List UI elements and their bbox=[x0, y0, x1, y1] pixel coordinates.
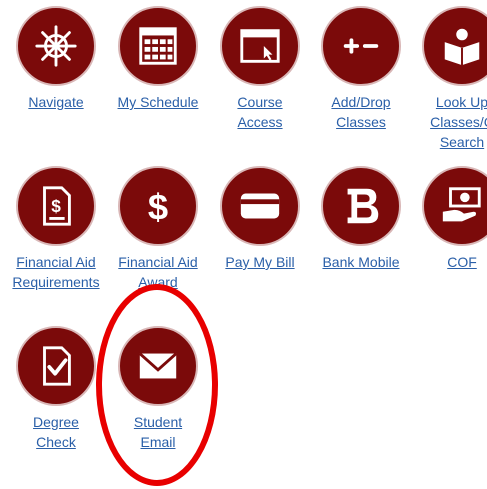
student-email-tile[interactable]: Student Email bbox=[108, 326, 208, 452]
financial-aid-award-tile[interactable]: $ Financial Aid Award bbox=[108, 166, 208, 292]
financial-aid-requirements-label[interactable]: Financial Aid Requirements bbox=[6, 252, 106, 292]
dollar-sign-icon: $ bbox=[148, 186, 168, 227]
portal-shortcuts-grid: Navigate My Schedule Course Access Add/D… bbox=[0, 0, 487, 489]
book-reader-icon bbox=[444, 28, 480, 66]
course-access-label[interactable]: Course Access bbox=[210, 92, 310, 132]
financial-aid-award-circle: $ bbox=[118, 166, 198, 246]
pay-my-bill-label[interactable]: Pay My Bill bbox=[210, 252, 310, 272]
look-up-circle bbox=[422, 6, 487, 86]
ship-wheel-icon bbox=[35, 25, 77, 67]
bank-mobile-b-icon bbox=[347, 188, 379, 224]
financial-aid-requirements-circle: $ bbox=[16, 166, 96, 246]
my-schedule-tile[interactable]: My Schedule bbox=[108, 6, 208, 112]
plus-minus-icon bbox=[343, 38, 379, 54]
course-access-circle bbox=[220, 6, 300, 86]
pay-my-bill-tile[interactable]: Pay My Bill bbox=[210, 166, 310, 272]
pay-my-bill-circle bbox=[220, 166, 300, 246]
cof-label[interactable]: COF bbox=[412, 252, 487, 272]
degree-check-label[interactable]: Degree Check bbox=[6, 412, 106, 452]
money-hand-icon bbox=[442, 187, 481, 222]
navigate-tile[interactable]: Navigate bbox=[6, 6, 106, 112]
navigate-circle bbox=[16, 6, 96, 86]
financial-aid-award-label[interactable]: Financial Aid Award bbox=[108, 252, 208, 292]
add-drop-label[interactable]: Add/Drop Classes bbox=[311, 92, 411, 132]
student-email-label[interactable]: Student Email bbox=[108, 412, 208, 452]
credit-card-icon bbox=[240, 193, 280, 219]
add-drop-classes-tile[interactable]: Add/Drop Classes bbox=[311, 6, 411, 132]
my-schedule-label[interactable]: My Schedule bbox=[108, 92, 208, 112]
look-up-label[interactable]: Look Up Classes/C Search bbox=[412, 92, 487, 152]
add-drop-circle bbox=[321, 6, 401, 86]
envelope-icon bbox=[138, 352, 178, 379]
student-email-circle bbox=[118, 326, 198, 406]
course-access-tile[interactable]: Course Access bbox=[210, 6, 310, 132]
look-up-classes-tile[interactable]: Look Up Classes/C Search bbox=[412, 6, 487, 152]
svg-text:$: $ bbox=[148, 186, 168, 227]
degree-check-tile[interactable]: Degree Check bbox=[6, 326, 106, 452]
bank-mobile-tile[interactable]: Bank Mobile bbox=[311, 166, 411, 272]
bank-mobile-circle bbox=[321, 166, 401, 246]
check-document-icon bbox=[43, 346, 71, 386]
navigate-label[interactable]: Navigate bbox=[6, 92, 106, 112]
cof-circle bbox=[422, 166, 487, 246]
calendar-icon bbox=[139, 27, 177, 65]
bank-mobile-label[interactable]: Bank Mobile bbox=[311, 252, 411, 272]
cof-tile[interactable]: COF bbox=[412, 166, 487, 272]
my-schedule-circle bbox=[118, 6, 198, 86]
dollar-document-icon: $ bbox=[43, 186, 71, 226]
browser-window-icon bbox=[240, 29, 280, 63]
svg-text:$: $ bbox=[51, 196, 61, 216]
financial-aid-requirements-tile[interactable]: $ Financial Aid Requirements bbox=[6, 166, 106, 292]
degree-check-circle bbox=[16, 326, 96, 406]
